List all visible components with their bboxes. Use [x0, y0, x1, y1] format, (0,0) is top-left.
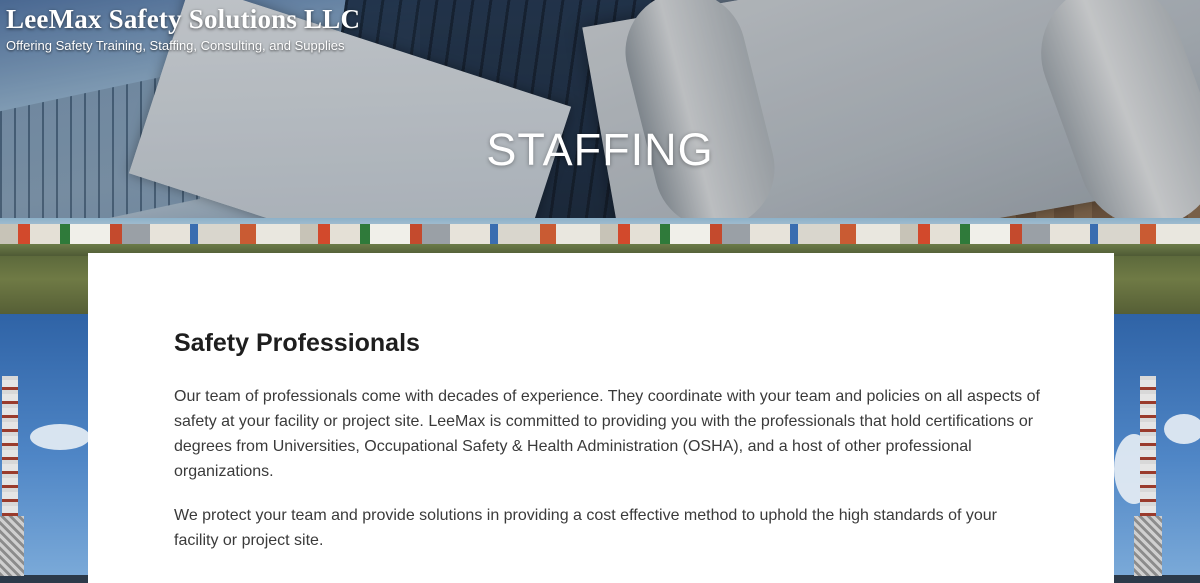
body-paragraph: Our team of professionals come with deca… — [174, 388, 1040, 480]
drilling-rig-image-left — [0, 314, 90, 576]
oilfield-equipment-strip-image — [0, 218, 1200, 256]
site-title-link[interactable]: LeeMax Safety Solutions LLC — [6, 4, 360, 35]
page-title: STAFFING — [486, 124, 714, 175]
drilling-rig-image-right — [1114, 314, 1200, 576]
content-card: Safety Professionals Our team of profess… — [88, 253, 1114, 583]
body-paragraph: We protect your team and provide solutio… — [174, 507, 998, 549]
hero-banner: LeeMax Safety Solutions LLC Offering Saf… — [0, 0, 1200, 218]
site-tagline: Offering Safety Training, Staffing, Cons… — [6, 38, 345, 53]
section-heading: Safety Professionals — [174, 329, 420, 357]
